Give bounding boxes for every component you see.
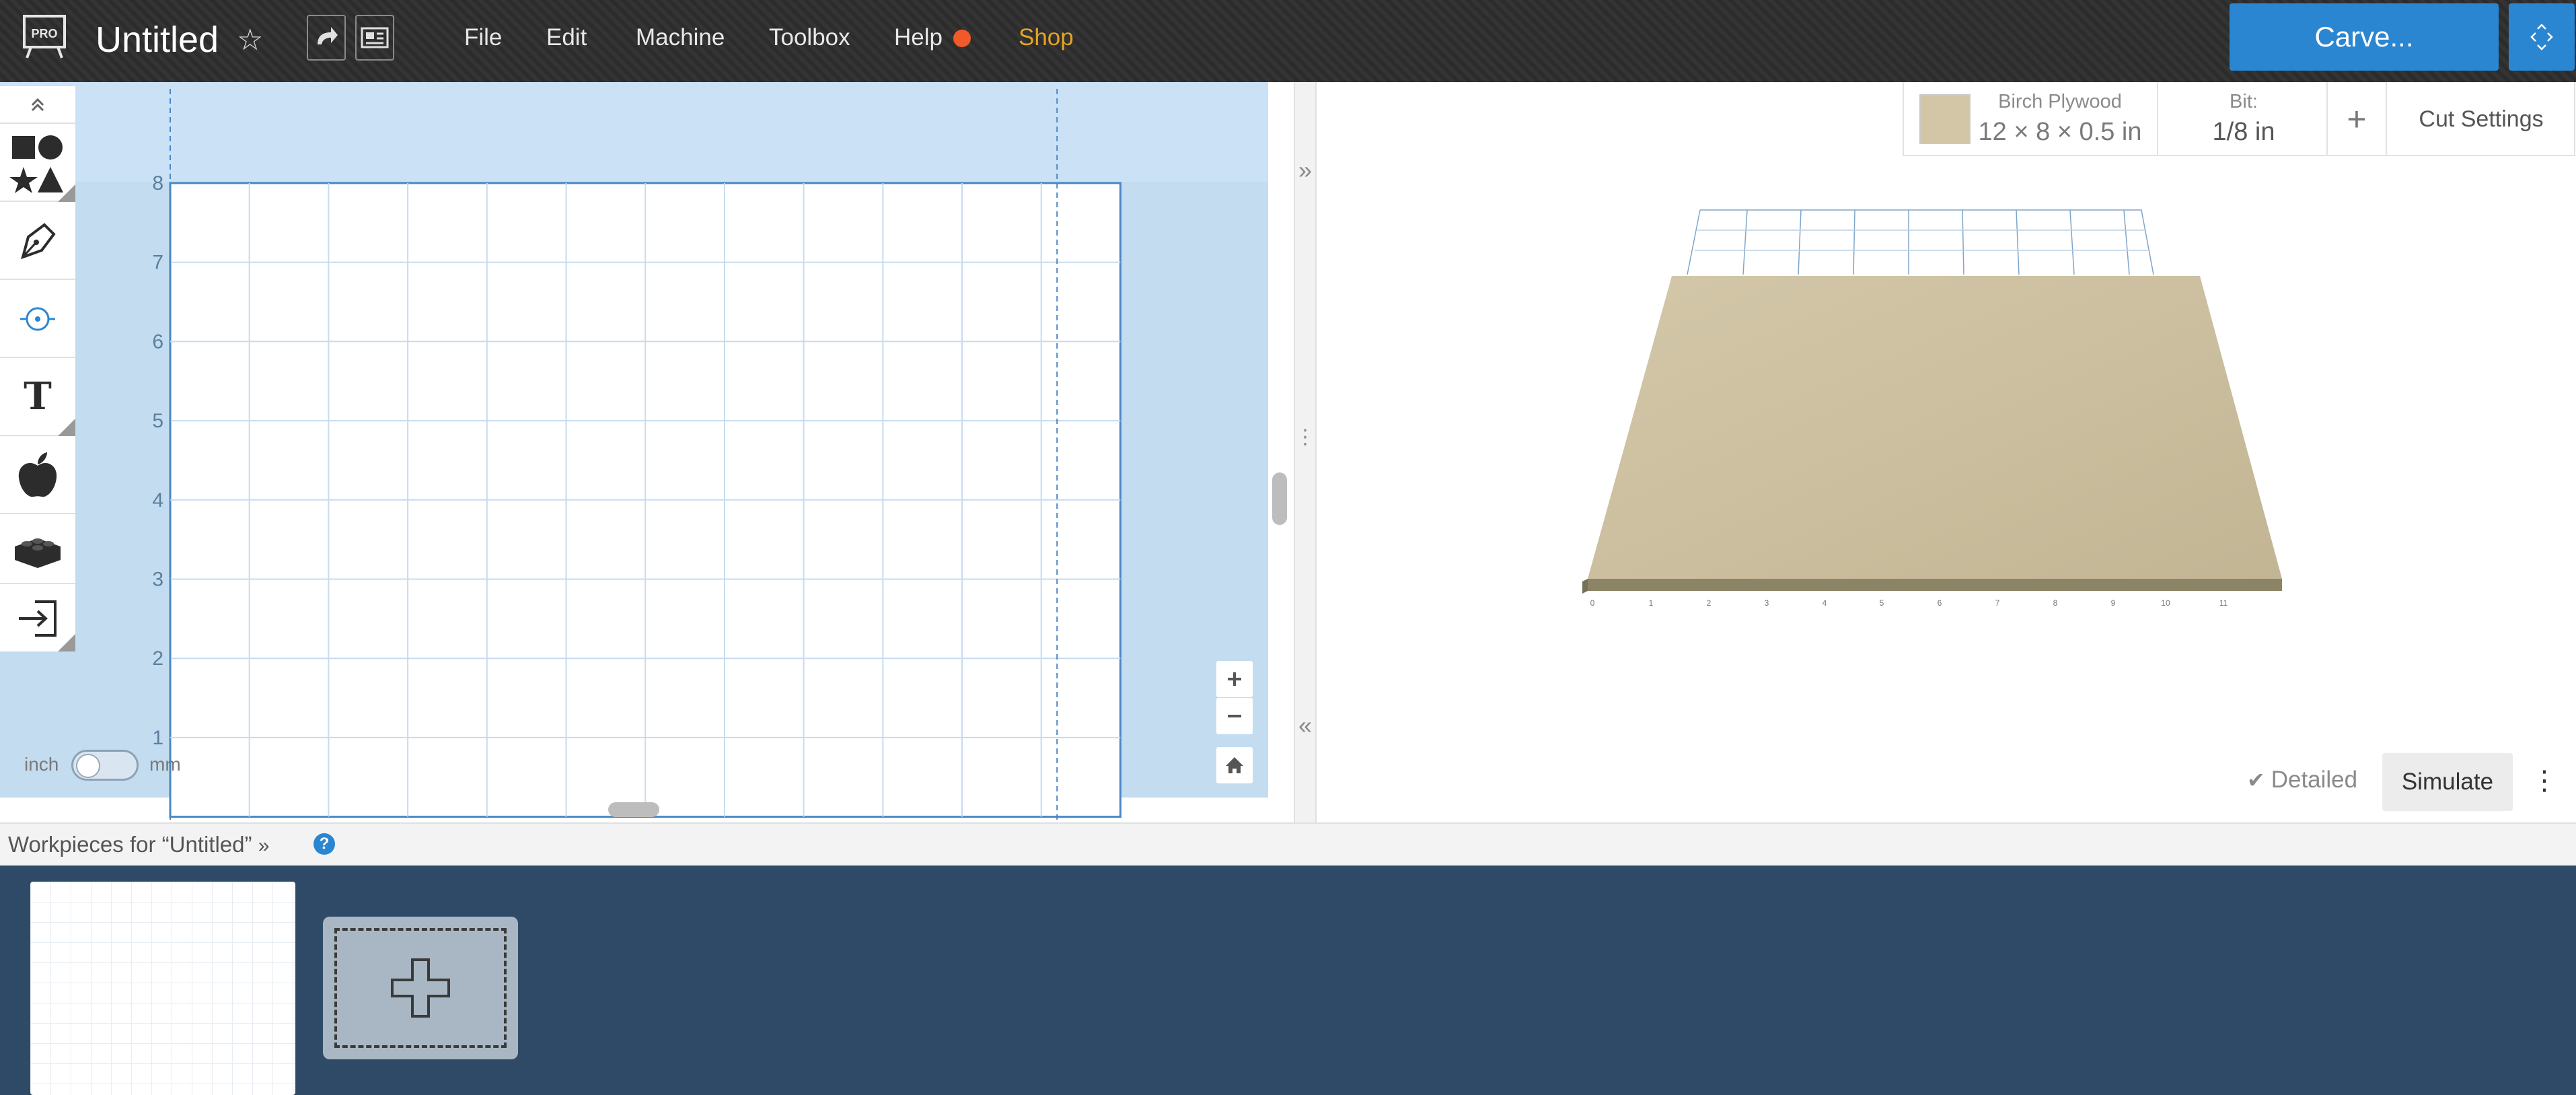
lego-icon <box>15 538 61 568</box>
check-icon: ✔ <box>2247 768 2271 792</box>
cut-settings-button[interactable]: Cut Settings <box>2387 102 2575 136</box>
bit-label: Bit: <box>2230 91 2258 112</box>
apple-icon <box>18 452 57 497</box>
svg-text:4: 4 <box>1823 598 1827 608</box>
svg-text:3: 3 <box>1765 598 1769 608</box>
svg-text:0: 0 <box>1590 598 1595 608</box>
3d-preview[interactable]: 0 1 2 3 4 5 6 7 8 9 10 11 <box>1317 82 2576 822</box>
material-board[interactable] <box>1588 276 2282 579</box>
unit-toggle[interactable] <box>71 750 139 781</box>
carve-button[interactable]: Carve... <box>2230 3 2499 71</box>
y-tick-label: 7 <box>152 252 163 274</box>
svg-text:7: 7 <box>1995 598 2000 608</box>
unit-mm-label: mm <box>149 754 181 775</box>
pen-tool[interactable] <box>0 202 75 280</box>
vertical-scrollbar[interactable] <box>1272 472 1287 525</box>
chevrons-up-icon <box>31 98 44 112</box>
y-tick-label: 2 <box>152 647 163 670</box>
y-tick-label: 8 <box>152 172 163 195</box>
svg-text:10: 10 <box>2161 598 2170 608</box>
menu-help[interactable]: Help <box>894 20 943 55</box>
layout-button[interactable] <box>355 15 394 61</box>
workpieces-title[interactable]: Workpieces for “Untitled” » <box>8 829 269 861</box>
svg-text:6: 6 <box>1938 598 1942 608</box>
svg-text:2: 2 <box>1707 598 1712 608</box>
svg-text:5: 5 <box>1880 598 1884 608</box>
panel-divider[interactable]: » ⋮ « <box>1294 82 1317 822</box>
svg-text:8: 8 <box>2053 598 2058 608</box>
redo-icon <box>318 27 338 44</box>
zoom-in-button[interactable] <box>1216 661 1253 697</box>
home-view-button[interactable] <box>1216 747 1253 783</box>
y-tick-label: 1 <box>152 727 163 749</box>
home-icon <box>1226 757 1243 773</box>
layout-icon <box>361 27 389 48</box>
import-tool[interactable] <box>0 584 75 651</box>
zoom-in-icon <box>1228 672 1241 686</box>
workpieces-title-text: Workpieces for “Untitled” <box>8 832 252 857</box>
star-icon[interactable]: ☆ <box>237 20 263 61</box>
redo-button[interactable] <box>307 15 346 61</box>
apps-tool[interactable] <box>0 514 75 584</box>
horizontal-scrollbar[interactable] <box>608 802 659 817</box>
svg-text:11: 11 <box>2219 598 2228 608</box>
point-icon <box>20 307 55 331</box>
collapse-toolbar-button[interactable] <box>0 86 75 124</box>
detailed-label: Detailed <box>2271 767 2358 793</box>
plus-icon <box>391 958 450 1018</box>
y-tick-label: 6 <box>152 330 163 353</box>
bit-value[interactable]: 1/8 in <box>2160 116 2328 148</box>
shapes-tool[interactable] <box>0 124 75 202</box>
simulate-button[interactable]: Simulate <box>2382 753 2513 811</box>
expand-button[interactable] <box>2509 3 2575 71</box>
logo-badge: PRO <box>31 27 57 40</box>
menu-toolbox[interactable]: Toolbox <box>769 20 850 55</box>
zoom-out-button[interactable] <box>1216 698 1253 734</box>
chevrons-down-icon[interactable]: » <box>258 835 270 857</box>
tool-sidebar: T <box>0 86 75 651</box>
add-bit-button[interactable]: + <box>2328 94 2386 144</box>
text-tool[interactable]: T <box>0 358 75 436</box>
detailed-toggle[interactable]: ✔ Detailed <box>2247 764 2357 796</box>
svg-text:T: T <box>24 374 52 419</box>
svg-text:1: 1 <box>1649 598 1654 608</box>
material-name[interactable]: Birch Plywood <box>1979 90 2141 113</box>
more-options-button[interactable]: ⋮ <box>2517 750 2571 811</box>
import-icon <box>19 600 75 651</box>
pen-icon <box>21 223 56 260</box>
unit-inch-label: inch <box>24 754 59 775</box>
workpieces-header <box>0 822 2576 866</box>
y-tick-label: 3 <box>152 569 163 591</box>
expand-left-icon[interactable]: « <box>1295 711 1315 740</box>
point-tool[interactable] <box>0 280 75 358</box>
y-tick-label: 4 <box>152 489 163 511</box>
document-title[interactable]: Untitled <box>96 16 219 63</box>
separator <box>2157 82 2158 156</box>
menu-file[interactable]: File <box>464 20 502 55</box>
shapes-icon <box>9 135 75 202</box>
menu-edit[interactable]: Edit <box>546 20 587 55</box>
toggle-knob <box>76 754 100 778</box>
text-icon: T <box>24 374 75 436</box>
logo[interactable]: PRO <box>22 15 67 59</box>
workpiece-thumbnail[interactable] <box>30 882 295 1095</box>
workpiece-grid[interactable]: 0123456789101112123456780 <box>0 82 1268 822</box>
icon-library-tool[interactable] <box>0 436 75 514</box>
notification-dot <box>953 30 971 47</box>
drag-handle-icon[interactable]: ⋮ <box>1295 425 1315 449</box>
zoom-out-icon <box>1228 715 1241 717</box>
material-dimensions[interactable]: 12 × 8 × 0.5 in <box>1971 116 2149 148</box>
expand-right-icon[interactable]: » <box>1295 156 1315 184</box>
help-icon[interactable]: ? <box>314 833 335 855</box>
expand-icon <box>2530 24 2553 50</box>
menu-machine[interactable]: Machine <box>636 20 725 55</box>
add-workpiece-button[interactable] <box>323 917 518 1059</box>
material-swatch[interactable] <box>1919 94 1971 144</box>
y-tick-label: 5 <box>152 410 163 432</box>
svg-text:9: 9 <box>2111 598 2116 608</box>
menu-shop[interactable]: Shop <box>1019 20 1074 55</box>
